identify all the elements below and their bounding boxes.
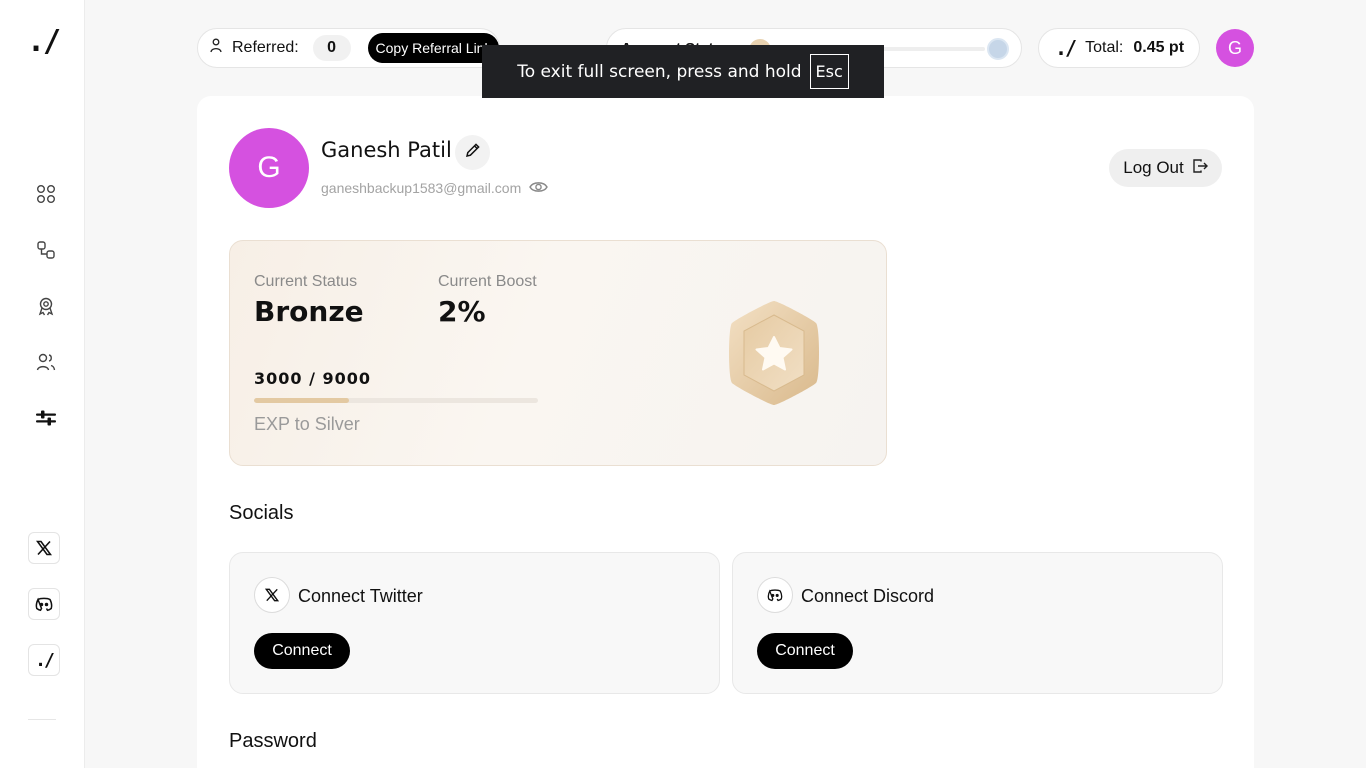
x-icon[interactable] (28, 532, 60, 564)
brand-icon[interactable]: ./ (28, 644, 60, 676)
exp-progress-track (254, 398, 538, 403)
total-points-pill: ./ Total: 0.45 pt (1038, 28, 1200, 68)
x-icon (254, 577, 290, 613)
eye-icon[interactable] (528, 178, 548, 196)
rewards-icon[interactable] (33, 293, 59, 319)
current-status-value: Bronze (254, 295, 364, 328)
connect-twitter-button[interactable]: Connect (254, 633, 350, 669)
profile-email: ganeshbackup1583@gmail.com (321, 180, 522, 196)
profile-name: Ganesh Patil (321, 138, 452, 162)
user-icon (210, 38, 222, 58)
socials-heading: Socials (229, 502, 294, 524)
referred-count: 0 (312, 35, 351, 61)
copy-referral-link-button[interactable]: Copy Referral Link (367, 33, 499, 63)
discord-connect-card: Connect Discord Connect (732, 552, 1223, 694)
exp-next-tier-label: EXP to Silver (254, 414, 360, 434)
user-avatar-button[interactable]: G (1216, 29, 1254, 67)
points-logo: ./ (1055, 36, 1077, 60)
edit-name-button[interactable] (455, 135, 490, 170)
logout-icon (1192, 158, 1208, 179)
password-heading: Password (229, 730, 317, 752)
toast-message: To exit full screen, press and hold (517, 61, 802, 82)
referrals-icon[interactable] (33, 349, 59, 375)
sidebar-divider (28, 719, 56, 720)
profile-panel: G Ganesh Patil ganeshbackup1583@gmail.co… (197, 96, 1254, 768)
exp-progress-fill (254, 398, 349, 403)
referral-pill: Referred: 0 Copy Referral Link (197, 28, 500, 68)
profile-avatar: G (229, 128, 309, 208)
logout-label: Log Out (1123, 158, 1184, 177)
referred-label: Referred: (232, 39, 299, 56)
status-card: Current Status Bronze Current Boost 2% 3… (229, 240, 887, 466)
current-boost-value: 2% (438, 295, 486, 328)
twitter-connect-card: Connect Twitter Connect (229, 552, 720, 694)
current-status-label: Current Status (254, 273, 358, 290)
connect-twitter-title: Connect Twitter (298, 586, 423, 606)
bronze-star-badge-icon (724, 297, 824, 409)
connect-discord-button[interactable]: Connect (757, 633, 853, 669)
total-label: Total: (1085, 39, 1124, 56)
fullscreen-toast: To exit full screen, press and hold Esc (482, 45, 884, 98)
silver-badge-icon (987, 38, 1009, 60)
total-value: 0.45 pt (1133, 39, 1185, 56)
logout-button[interactable]: Log Out (1109, 149, 1222, 187)
connect-discord-title: Connect Discord (801, 586, 935, 606)
exp-progress-text: 3000 / 9000 (254, 369, 372, 388)
discord-icon (757, 577, 793, 613)
app-logo[interactable]: ./ (27, 24, 61, 59)
dashboard-icon[interactable] (33, 181, 59, 207)
brand-icon-text: ./ (35, 649, 55, 671)
esc-key: Esc (809, 54, 849, 89)
tasks-icon[interactable] (33, 237, 59, 263)
current-boost-label: Current Boost (438, 273, 537, 290)
sidebar: ./ ./ (0, 0, 85, 768)
settings-icon[interactable] (33, 405, 59, 431)
pencil-icon (465, 142, 481, 163)
discord-icon[interactable] (28, 588, 60, 620)
